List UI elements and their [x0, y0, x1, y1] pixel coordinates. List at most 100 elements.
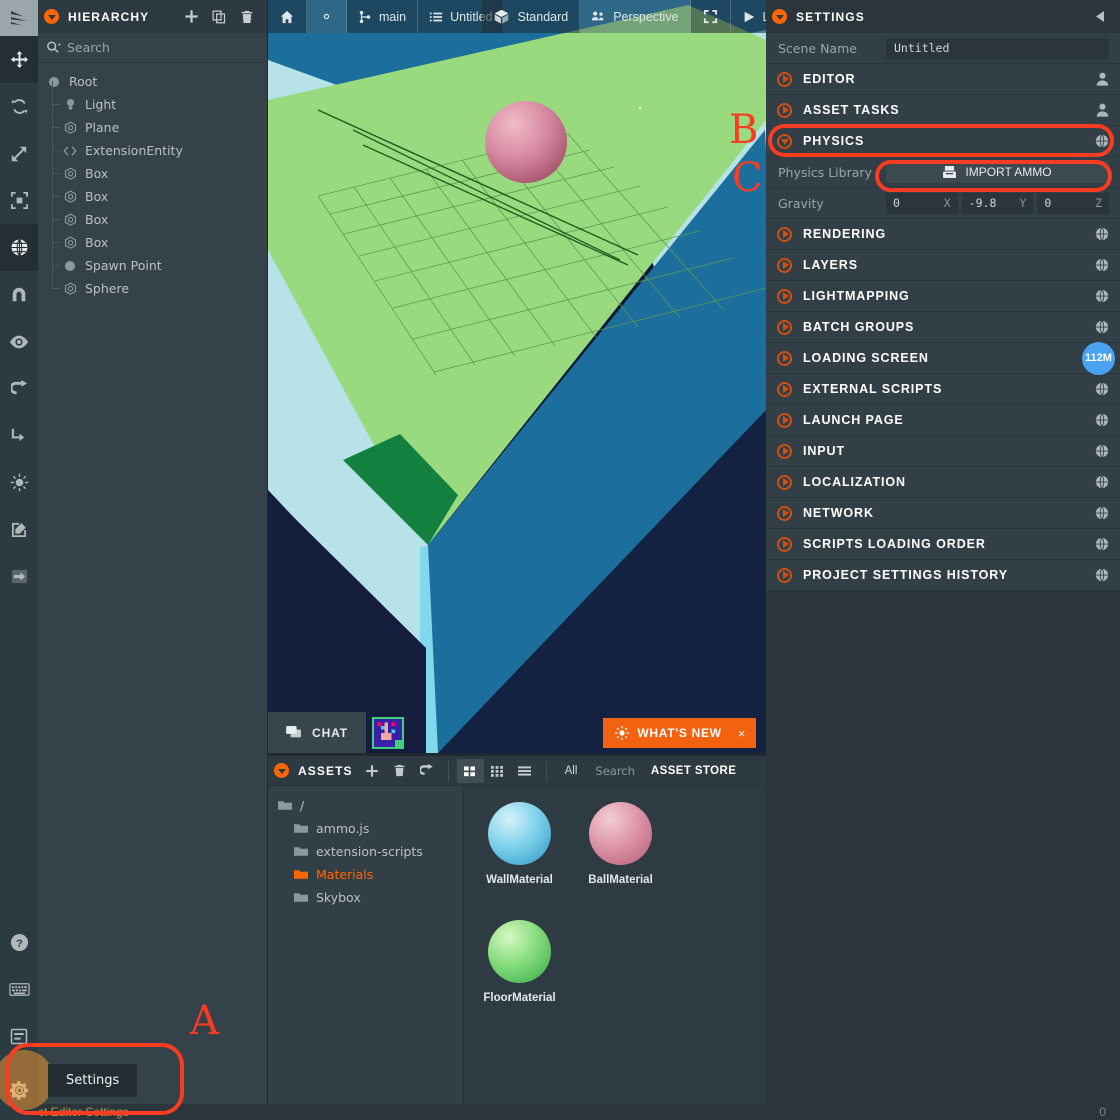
avatar[interactable] [372, 716, 405, 749]
home-button[interactable] [268, 0, 307, 33]
tree-node-box[interactable]: Box [38, 150, 267, 185]
settings-section-loading-screen[interactable]: LOADING SCREEN 112M [766, 341, 1120, 375]
chevron-right-icon [777, 567, 792, 583]
viewport-3d[interactable]: main Untitled Standard Perspective CHAT … [268, 0, 766, 753]
tool-bounds[interactable] [0, 177, 38, 224]
chevron-right-icon [777, 536, 792, 552]
settings-section-rendering[interactable]: RENDERING [766, 219, 1120, 250]
controls-button[interactable] [0, 1013, 38, 1060]
tool-translate[interactable] [0, 36, 38, 83]
delete-entity-button[interactable] [233, 4, 261, 30]
globe-icon [1095, 506, 1109, 520]
gravity-x-input[interactable]: 0 X [886, 192, 958, 214]
asset-item[interactable]: BallMaterial [579, 802, 662, 894]
hierarchy-search[interactable]: Search [38, 33, 267, 63]
tool-snap[interactable] [0, 271, 38, 318]
tree-node-root[interactable]: Root [38, 70, 267, 93]
import-ammo-button[interactable]: IMPORT AMMO [886, 161, 1109, 183]
settings-section-external-scripts[interactable]: EXTERNAL SCRIPTS [766, 374, 1120, 405]
add-asset-button[interactable] [359, 759, 386, 783]
tree-node-sphere[interactable]: Sphere [38, 265, 267, 300]
tree-node-light[interactable]: Light [38, 81, 267, 116]
tree-node-extensionentity[interactable]: ExtensionEntity [38, 127, 267, 162]
folder-root[interactable]: / [268, 794, 463, 817]
settings-section-input[interactable]: INPUT [766, 436, 1120, 467]
tool-edit[interactable] [0, 506, 38, 553]
tool-exit[interactable] [0, 553, 38, 600]
settings-section-layers[interactable]: LAYERS [766, 250, 1120, 281]
whats-new-close-icon[interactable]: × [738, 726, 746, 741]
chevron-down-icon [777, 133, 792, 149]
list-view-button[interactable] [511, 759, 538, 783]
tool-pivot[interactable] [0, 365, 38, 412]
gravity-y-input[interactable]: -9.8 Y [961, 192, 1034, 214]
settings-section-label: LAYERS [803, 258, 858, 272]
asset-search-input[interactable]: Search [587, 764, 643, 778]
folder-skybox[interactable]: Skybox [268, 886, 463, 909]
tree-node-plane[interactable]: Plane [38, 104, 267, 139]
tree-node-box[interactable]: Box [38, 173, 267, 208]
tree-node-spawn-point[interactable]: Spawn Point [38, 242, 267, 277]
settings-collapse-button[interactable] [1086, 4, 1114, 30]
hierarchy-collapse-icon[interactable] [44, 9, 59, 24]
download-icon [943, 166, 957, 178]
asset-filter-button[interactable]: All [555, 765, 588, 777]
eye-icon [9, 335, 29, 348]
globe-icon [1095, 537, 1109, 551]
settings-collapse-dot-icon[interactable] [772, 9, 787, 24]
grid-small-view-button[interactable] [484, 759, 511, 783]
tool-world-space[interactable] [0, 224, 38, 271]
editor-settings-button[interactable] [0, 1060, 38, 1120]
folder-ammo-js[interactable]: ammo.js [268, 817, 463, 840]
folder-extension-scripts[interactable]: extension-scripts [268, 840, 463, 863]
settings-section-scripts-loading-order[interactable]: SCRIPTS LOADING ORDER [766, 529, 1120, 560]
tree-node-box[interactable]: Box [38, 196, 267, 231]
asset-item[interactable]: FloorMaterial [478, 920, 561, 1012]
whats-new-banner[interactable]: WHAT'S NEW × [603, 718, 756, 748]
assets-collapse-icon[interactable] [274, 763, 289, 778]
camera-button[interactable]: Perspective [580, 0, 691, 33]
asset-folder-tree: / ammo.js extension-scripts Materials Sk… [268, 786, 464, 1120]
folder-materials[interactable]: Materials [268, 863, 463, 886]
delete-asset-button[interactable] [386, 759, 413, 783]
settings-section-project-settings-history[interactable]: PROJECT SETTINGS HISTORY [766, 560, 1120, 591]
chevron-right-icon [777, 505, 792, 521]
keyboard-icon [8, 983, 30, 996]
asset-item[interactable]: WallMaterial [478, 802, 561, 894]
render-mode-button[interactable]: Standard [482, 0, 581, 33]
duplicate-entity-button[interactable] [205, 4, 233, 30]
chat-button[interactable]: CHAT [268, 712, 367, 753]
scene-name-input[interactable]: Untitled [886, 37, 1109, 59]
gravity-z-input[interactable]: 0 Z [1037, 192, 1110, 214]
settings-section-lightmapping[interactable]: LIGHTMAPPING [766, 281, 1120, 312]
settings-section-launch-page[interactable]: LAUNCH PAGE [766, 405, 1120, 436]
tool-rotate[interactable] [0, 83, 38, 130]
tree-node-label: Plane [85, 120, 120, 135]
help-button[interactable]: ? [0, 919, 38, 966]
settings-section-network[interactable]: NETWORK [766, 498, 1120, 529]
grid-large-view-button[interactable] [456, 758, 484, 783]
fullscreen-button[interactable] [690, 0, 731, 33]
settings-section-physics[interactable]: PHYSICS [766, 126, 1120, 157]
chevron-right-icon [777, 71, 792, 87]
tree-node-label: ExtensionEntity [85, 143, 183, 158]
settings-section-label: LIGHTMAPPING [803, 289, 910, 303]
chevron-right-icon [777, 319, 792, 335]
add-entity-button[interactable] [177, 4, 205, 30]
move-asset-button[interactable] [413, 759, 440, 783]
settings-section-batch-groups[interactable]: BATCH GROUPS [766, 312, 1120, 343]
scene-settings-button[interactable] [307, 0, 347, 33]
tool-scale[interactable] [0, 130, 38, 177]
launch-button[interactable]: Launch [730, 0, 766, 33]
settings-section-localization[interactable]: LOCALIZATION [766, 467, 1120, 498]
branch-button[interactable]: main [347, 0, 419, 33]
settings-section-asset-tasks[interactable]: ASSET TASKS [766, 95, 1120, 126]
asset-store-button[interactable]: ASSET STORE [643, 765, 744, 777]
tool-visibility[interactable] [0, 318, 38, 365]
playcanvas-logo-button[interactable] [0, 0, 38, 36]
tool-lighting[interactable] [0, 459, 38, 506]
tool-align[interactable] [0, 412, 38, 459]
shortcuts-button[interactable] [0, 966, 38, 1013]
settings-section-editor[interactable]: EDITOR [766, 64, 1120, 95]
tree-node-box[interactable]: Box [38, 219, 267, 254]
